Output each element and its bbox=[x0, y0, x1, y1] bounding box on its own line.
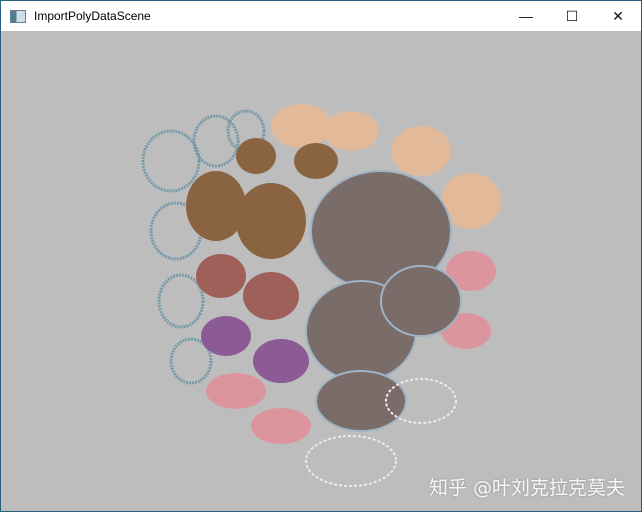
purple-bunnies bbox=[201, 316, 309, 383]
title-bar[interactable]: ImportPolyDataScene — ☐ ✕ bbox=[1, 1, 641, 31]
maximize-icon: ☐ bbox=[565, 7, 579, 24]
application-window: ImportPolyDataScene — ☐ ✕ 知乎 @叶刘克拉克莫夫 bbox=[0, 0, 642, 512]
close-button[interactable]: ✕ bbox=[595, 1, 641, 31]
render-viewport[interactable]: 知乎 @叶刘克拉克莫夫 bbox=[1, 31, 641, 511]
watermark: 知乎 @叶刘克拉克莫夫 bbox=[429, 477, 626, 499]
close-icon: ✕ bbox=[612, 7, 624, 24]
grey-mesh-bunnies bbox=[305, 170, 462, 432]
app-icon bbox=[10, 9, 26, 23]
minimize-icon: — bbox=[519, 8, 533, 24]
rose-bunnies bbox=[196, 254, 299, 320]
window-title: ImportPolyDataScene bbox=[34, 9, 151, 23]
minimize-button[interactable]: — bbox=[503, 1, 549, 31]
bunny-scene bbox=[141, 104, 501, 487]
maximize-button[interactable]: ☐ bbox=[549, 1, 595, 31]
